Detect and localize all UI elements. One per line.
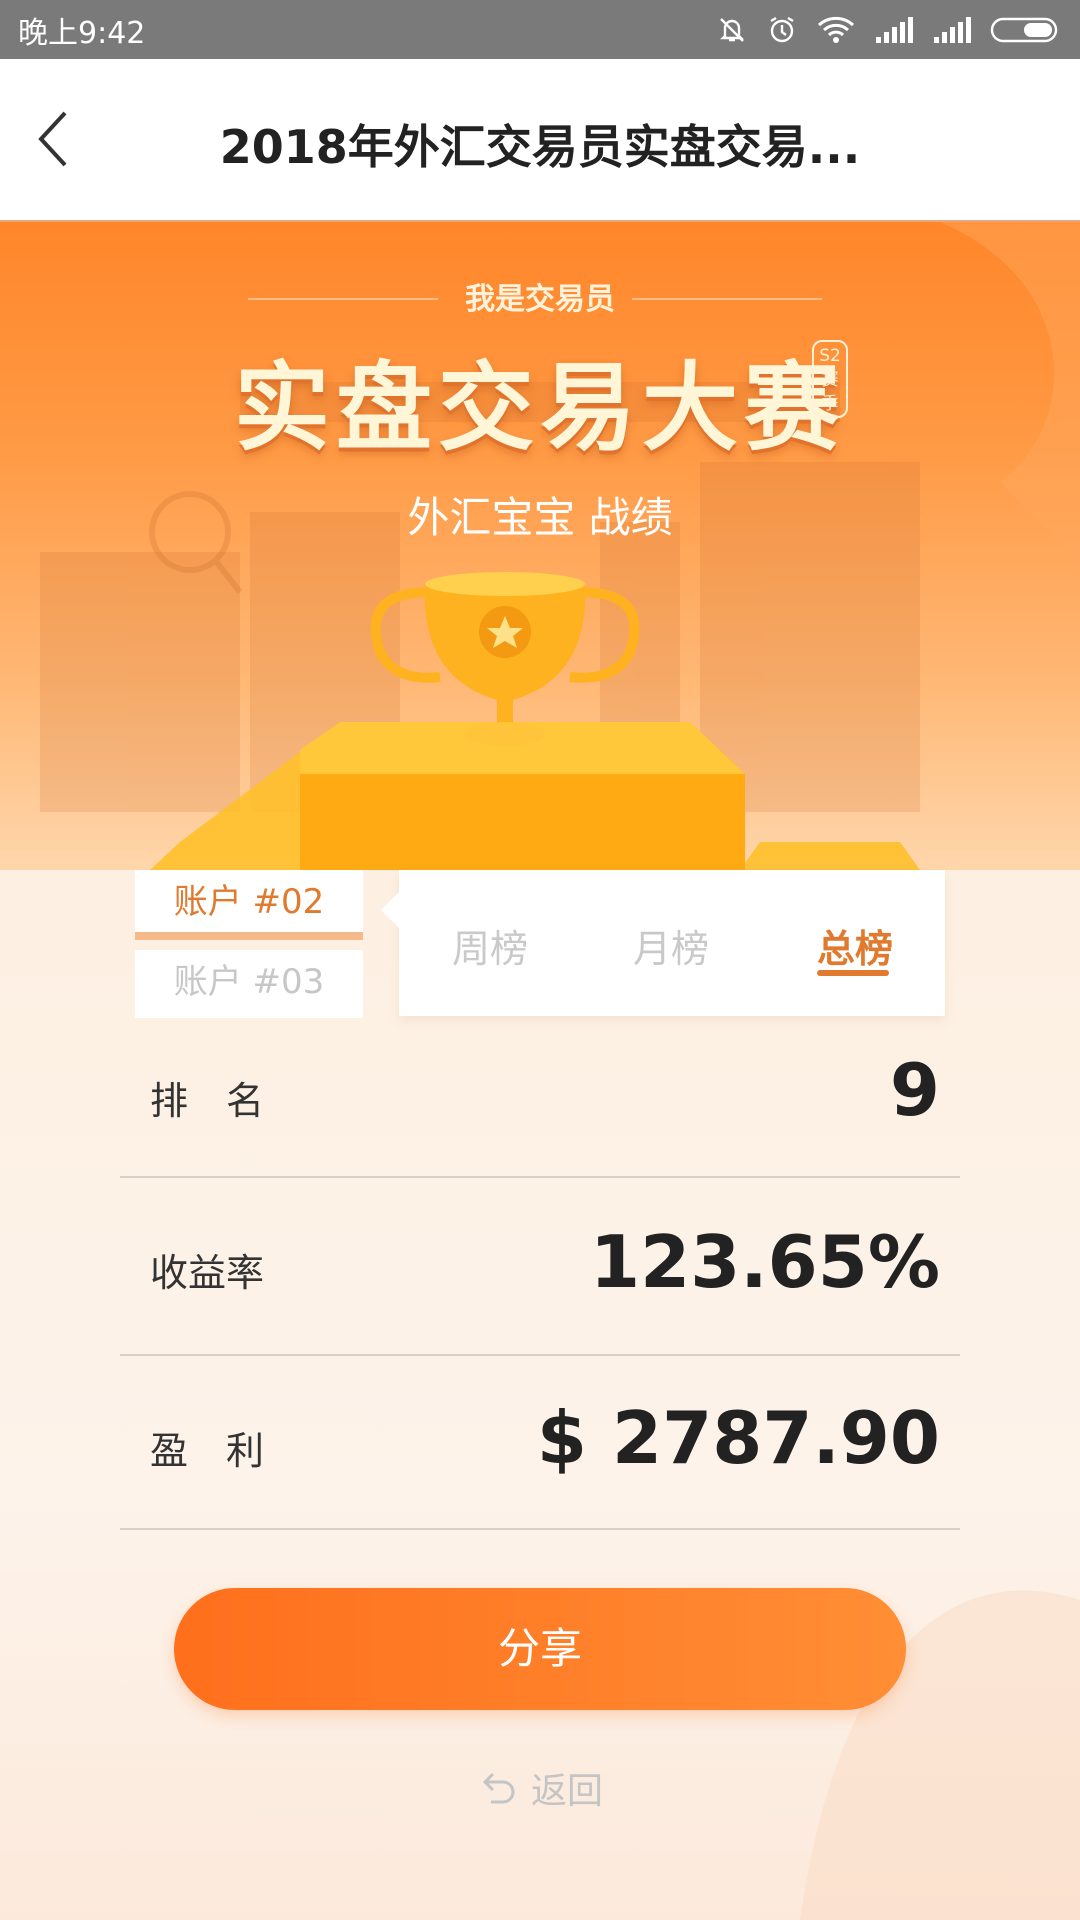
page-title: 2018年外汇交易员实盘交易... [219, 120, 861, 174]
contest-title: 实盘交易大赛 [234, 352, 846, 464]
status-bar: 晚上9:42 [0, 0, 1080, 59]
trophy-icon [370, 572, 640, 746]
nav-bar: 2018年外汇交易员实盘交易... [0, 59, 1080, 222]
account-tab-03[interactable]: 账户 #03 [135, 950, 363, 1018]
undo-arrow-icon [482, 1772, 515, 1804]
brand-logo: 我是交易员 [465, 282, 615, 317]
return-label: 返回 [530, 1771, 603, 1812]
profit-value: $ 2787.90 [536, 1396, 940, 1480]
rank-row: 排 名 9 [120, 1030, 960, 1178]
tab-overall[interactable]: 总榜 [817, 918, 893, 973]
status-time: 晚上9:42 [18, 15, 146, 51]
rank-label: 排 名 [150, 1079, 265, 1123]
signal-icon [876, 16, 913, 43]
account-tab-02[interactable]: 账户 #02 [135, 870, 363, 940]
share-button[interactable]: 分享 [174, 1588, 906, 1710]
season-badge: S2赛季 [812, 340, 848, 418]
bell-off-icon [720, 17, 744, 42]
profit-row: 盈 利 $ 2787.90 [120, 1356, 960, 1530]
back-button[interactable] [18, 104, 88, 174]
rank-value: 9 [889, 1048, 940, 1132]
active-tab-indicator [817, 970, 889, 976]
tab-weekly[interactable]: 周榜 [452, 918, 528, 973]
yield-label: 收益率 [150, 1251, 265, 1295]
tab-monthly[interactable]: 月榜 [633, 918, 709, 973]
period-tab-card: 周榜 月榜 总榜 [381, 870, 945, 1016]
status-icons [716, 14, 1062, 46]
signal-icon [934, 16, 971, 43]
contest-banner: 我是交易员 实盘交易大赛 S2赛季 外汇宝宝 战绩 [0, 222, 1080, 870]
trader-subtitle: 外汇宝宝 战绩 [407, 493, 673, 542]
alarm-icon [770, 16, 794, 42]
background-illustration [40, 222, 1080, 870]
battery-icon [990, 17, 1058, 42]
chevron-left-icon [38, 111, 67, 167]
wifi-icon [817, 16, 855, 43]
yield-value: 123.65% [590, 1220, 940, 1304]
profit-label: 盈 利 [150, 1429, 265, 1473]
yield-row: 收益率 123.65% [120, 1178, 960, 1356]
return-link[interactable]: 返回 [0, 1762, 1080, 1814]
